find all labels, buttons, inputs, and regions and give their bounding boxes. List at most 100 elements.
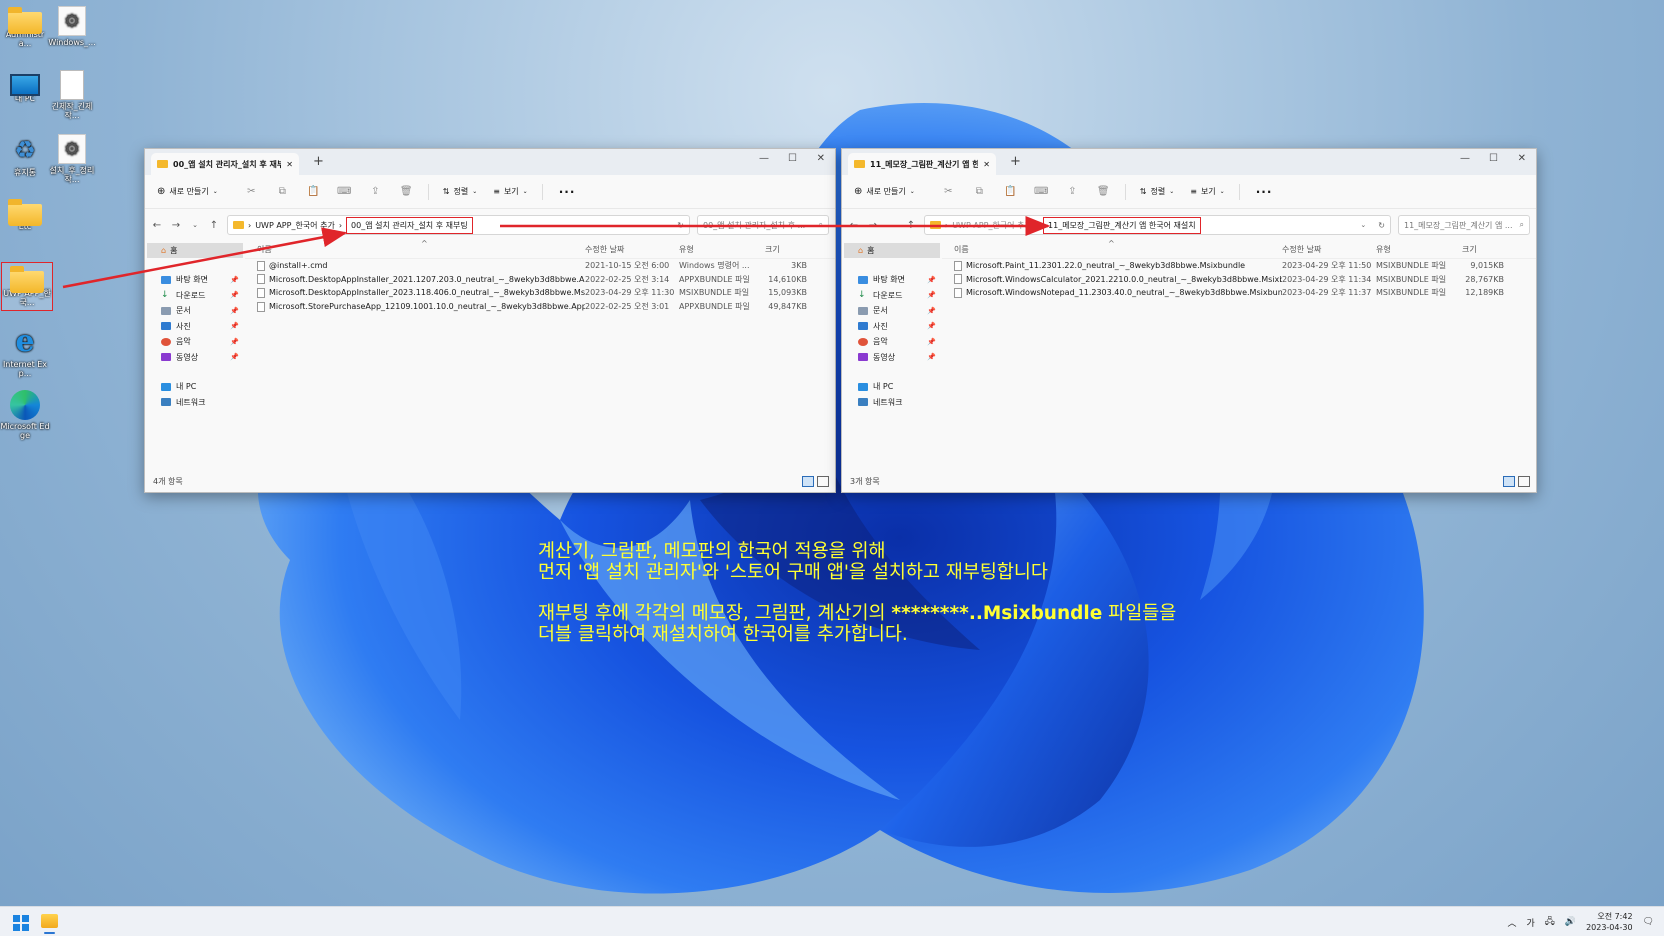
file-row[interactable]: Microsoft.StorePurchaseApp_12109.1001.10… (245, 300, 835, 314)
nav-item-downloads[interactable]: ↓ 다운로드 📌 (145, 288, 245, 304)
back-arrow-icon[interactable]: ← (848, 220, 860, 231)
volume-icon[interactable]: 🔊 (1565, 917, 1576, 927)
file-explorer-taskbar-icon[interactable] (41, 914, 58, 934)
details-view-icon[interactable] (1503, 476, 1515, 487)
delete-icon[interactable]: 🗑 (1088, 186, 1119, 197)
search-input[interactable]: 00_앱 설치 관리자_설치 후 ... ⌕ (697, 215, 829, 235)
view-button[interactable]: ≡ 보기 ⌄ (1190, 186, 1224, 197)
search-input[interactable]: 11_메모장_그림판_계산기 앱 ... ⌕ (1398, 215, 1530, 235)
column-header-date[interactable]: 수정한 날짜 (585, 244, 679, 255)
column-header-size[interactable]: 크기 (765, 244, 815, 255)
more-options-icon[interactable]: ··· (1256, 185, 1273, 199)
new-button[interactable]: ⊕ 새로 만들기 ⌄ (157, 186, 218, 197)
file-row[interactable]: Microsoft.WindowsCalculator_2021.2210.0.… (942, 273, 1536, 287)
new-tab-button[interactable]: + (313, 154, 324, 169)
title-bar[interactable]: 00_앱 설치 관리자_설치 후 재부팅 ✕ + — ☐ ✕ (145, 149, 835, 175)
delete-icon[interactable]: 🗑 (391, 186, 422, 197)
nav-item-videos[interactable]: 동영상 📌 (145, 350, 245, 366)
tray-chevron-up-icon[interactable]: ︿ (1508, 916, 1517, 929)
file-row[interactable]: Microsoft.DesktopAppInstaller_2021.1207.… (245, 273, 835, 287)
title-bar[interactable]: 11_메모장_그림판_계산기 앱 한국어 재설치 ✕ + — ☐ ✕ (842, 149, 1536, 175)
ime-indicator[interactable]: 가 (1527, 916, 1535, 929)
forward-arrow-icon[interactable]: → (170, 220, 182, 231)
breadcrumb-root[interactable]: UWP APP_한국어 추가 (952, 220, 1032, 231)
network-icon[interactable]: 🖧 (1545, 914, 1555, 930)
maximize-button[interactable]: ☐ (1489, 153, 1498, 164)
breadcrumb-current[interactable]: 00_앱 설치 관리자_설치 후 재부팅 (346, 216, 473, 234)
nav-item-home[interactable]: ⌂ 홈 (147, 243, 243, 258)
column-header-date[interactable]: 수정한 날짜 (1282, 244, 1376, 255)
desktop-icon-windows[interactable]: ⚙ Windows_... (47, 6, 97, 47)
nav-item-documents[interactable]: 문서 📌 (842, 303, 942, 319)
back-arrow-icon[interactable]: ← (151, 220, 163, 231)
recent-chevron-icon[interactable]: ⌄ (886, 221, 898, 229)
desktop-icon-recycle-bin[interactable]: ♻ 휴지통 (0, 134, 50, 177)
copy-icon[interactable]: ⧉ (964, 186, 995, 197)
close-tab-icon[interactable]: ✕ (286, 160, 293, 169)
file-row[interactable]: Microsoft.WindowsNotepad_11.2303.40.0_ne… (942, 286, 1536, 300)
nav-item-home[interactable]: ⌂ 홈 (844, 243, 940, 258)
nav-item-network[interactable]: 네트워크 (842, 395, 942, 411)
close-button[interactable]: ✕ (1518, 153, 1526, 164)
nav-item-pictures[interactable]: 사진 📌 (145, 319, 245, 335)
address-bar[interactable]: › UWP APP_한국어 추가 › 00_앱 설치 관리자_설치 후 재부팅 … (227, 215, 690, 235)
nav-item-this-pc[interactable]: 내 PC (145, 379, 245, 395)
column-header-type[interactable]: 유형 (1376, 244, 1462, 255)
explorer-window-left[interactable]: 00_앱 설치 관리자_설치 후 재부팅 ✕ + — ☐ ✕ ⊕ 새로 만들기 … (144, 148, 836, 493)
maximize-button[interactable]: ☐ (788, 153, 797, 164)
tiles-view-icon[interactable] (1518, 476, 1530, 487)
desktop-icon-document[interactable]: 긴제작_긴제작... (47, 70, 97, 120)
sort-button[interactable]: ⇅ 정렬 ⌄ (443, 186, 477, 197)
refresh-icon[interactable]: ↻ (677, 221, 684, 230)
close-tab-icon[interactable]: ✕ (983, 160, 990, 169)
rename-icon[interactable]: ⌨ (1026, 186, 1057, 197)
column-header-size[interactable]: 크기 (1462, 244, 1512, 255)
share-icon[interactable]: ⇪ (1057, 186, 1088, 197)
explorer-tab[interactable]: 00_앱 설치 관리자_설치 후 재부팅 ✕ (151, 153, 299, 175)
explorer-tab[interactable]: 11_메모장_그림판_계산기 앱 한국어 재설치 ✕ (848, 153, 996, 175)
nav-item-downloads[interactable]: ↓ 다운로드 📌 (842, 288, 942, 304)
refresh-icon[interactable]: ↻ (1378, 221, 1385, 230)
desktop-icon-edge[interactable]: Microsoft Edge (0, 390, 50, 440)
column-header-type[interactable]: 유형 (679, 244, 765, 255)
desktop-icon-this-pc[interactable]: 내 PC (0, 70, 50, 103)
desktop-icon-uwp-app[interactable]: UWP APP_한국... (1, 262, 53, 311)
nav-item-pictures[interactable]: 사진 📌 (842, 319, 942, 335)
new-tab-button[interactable]: + (1010, 154, 1021, 169)
file-row[interactable]: Microsoft.Paint_11.2301.22.0_neutral_~_8… (942, 259, 1536, 273)
nav-item-desktop[interactable]: 바탕 화면 📌 (842, 272, 942, 288)
cut-icon[interactable]: ✂ (236, 186, 267, 197)
close-button[interactable]: ✕ (817, 153, 825, 164)
nav-item-music[interactable]: 음악 📌 (842, 334, 942, 350)
nav-item-music[interactable]: 음악 📌 (145, 334, 245, 350)
nav-item-desktop[interactable]: 바탕 화면 📌 (145, 272, 245, 288)
desktop-icon-cleanup[interactable]: ⚙ 설치_후_정리작... (47, 134, 97, 184)
desktop-icon-internet-explorer[interactable]: e Internet Exp... (0, 326, 50, 379)
more-options-icon[interactable]: ··· (559, 185, 576, 199)
start-button[interactable] (13, 915, 29, 931)
copy-icon[interactable]: ⧉ (267, 186, 298, 197)
forward-arrow-icon[interactable]: → (867, 220, 879, 231)
paste-icon[interactable]: 📋 (298, 186, 329, 197)
up-arrow-icon[interactable]: ↑ (208, 220, 220, 231)
desktop-icon-etc[interactable]: Etc (0, 198, 50, 231)
nav-item-videos[interactable]: 동영상 📌 (842, 350, 942, 366)
column-header-name[interactable]: 이름 (245, 244, 585, 255)
notification-icon[interactable]: 🗨 (1643, 917, 1654, 927)
chevron-down-icon[interactable]: ⌄ (1360, 221, 1366, 229)
new-button[interactable]: ⊕ 새로 만들기 ⌄ (854, 186, 915, 197)
paste-icon[interactable]: 📋 (995, 186, 1026, 197)
minimize-button[interactable]: — (1460, 153, 1470, 164)
nav-item-documents[interactable]: 문서 📌 (145, 303, 245, 319)
explorer-window-right[interactable]: 11_메모장_그림판_계산기 앱 한국어 재설치 ✕ + — ☐ ✕ ⊕ 새로 … (841, 148, 1537, 493)
rename-icon[interactable]: ⌨ (329, 186, 360, 197)
file-row[interactable]: Microsoft.DesktopAppInstaller_2023.118.4… (245, 286, 835, 300)
details-view-icon[interactable] (802, 476, 814, 487)
nav-item-network[interactable]: 네트워크 (145, 395, 245, 411)
cut-icon[interactable]: ✂ (933, 186, 964, 197)
view-button[interactable]: ≡ 보기 ⌄ (493, 186, 527, 197)
breadcrumb-root[interactable]: UWP APP_한국어 추가 (255, 220, 335, 231)
share-icon[interactable]: ⇪ (360, 186, 391, 197)
breadcrumb-current[interactable]: 11_메모장_그림판_계산기 앱 한국어 재설치 (1043, 216, 1201, 234)
sort-button[interactable]: ⇅ 정렬 ⌄ (1140, 186, 1174, 197)
